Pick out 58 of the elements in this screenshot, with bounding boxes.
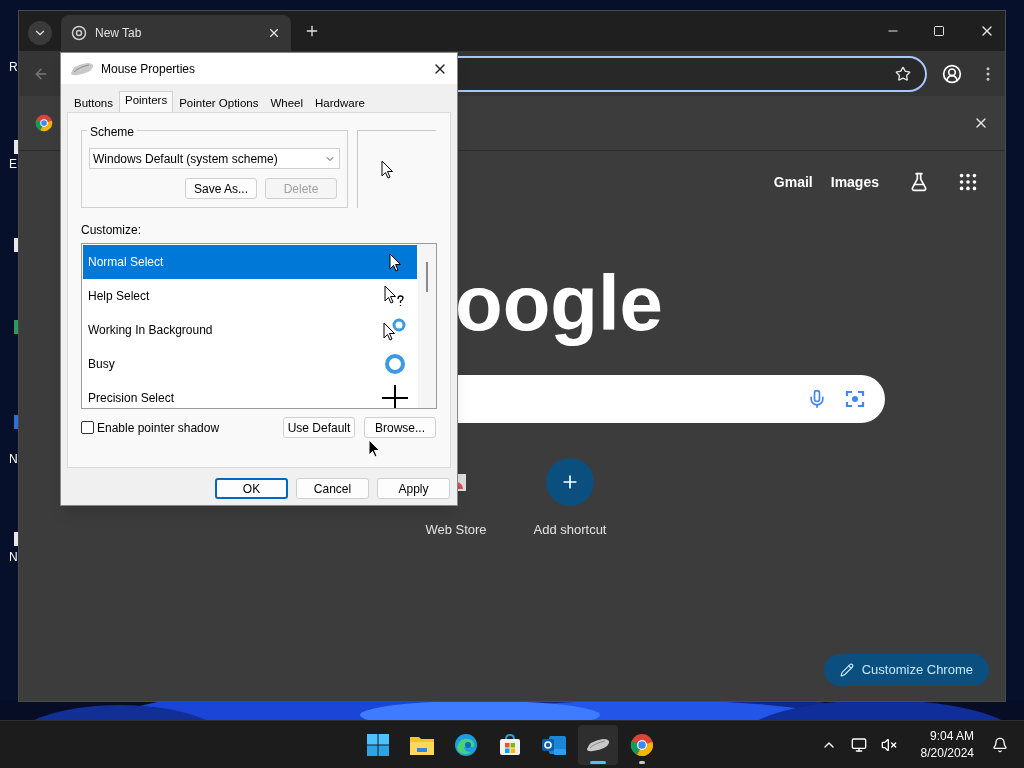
list-button[interactable]: Browse... [364, 417, 436, 438]
new-tab-icon[interactable] [304, 23, 320, 39]
flask-icon[interactable] [909, 172, 929, 192]
tab-title: New Tab [95, 25, 143, 42]
chrome-logo-icon [35, 114, 53, 132]
scrollbar-thumb[interactable] [426, 262, 428, 292]
shortcut-label[interactable]: Web Store [425, 520, 487, 540]
shopping-bag-icon [498, 732, 522, 757]
dialog-button[interactable]: Cancel [296, 478, 369, 499]
taskbar-app[interactable] [578, 724, 618, 765]
desktop-icon-label: R [9, 59, 18, 76]
shortcut-label[interactable]: Add shortcut [533, 520, 607, 540]
crosshair-cursor-icon [382, 385, 408, 408]
top-link[interactable]: Gmail [773, 171, 813, 193]
list-button[interactable]: Use Default [283, 417, 355, 438]
mouse-icon [585, 736, 611, 753]
wave-logo-icon [454, 732, 478, 757]
desktop-icon-label: E [9, 156, 17, 173]
dialog-button[interactable]: Apply [377, 478, 450, 499]
mouse-icon [69, 60, 95, 77]
profile-icon[interactable] [942, 63, 962, 84]
logo-text: oogle [455, 258, 663, 349]
apps-grid-icon[interactable] [957, 171, 979, 193]
dialog-button[interactable]: OK [215, 478, 288, 499]
desktop-icon-label: N [9, 451, 18, 468]
help-cursor-icon [384, 285, 406, 307]
working-cursor-icon [383, 318, 407, 342]
windows-logo-icon [366, 732, 390, 757]
mute-icon[interactable] [880, 736, 897, 753]
scheme-button[interactable]: Save As... [185, 178, 257, 199]
network-icon[interactable] [850, 736, 867, 753]
arrow-cursor-icon [388, 252, 402, 272]
busy-cursor-icon [384, 353, 406, 375]
star-icon[interactable] [895, 65, 911, 82]
customize-label: Customize: [81, 222, 143, 239]
checkbox[interactable] [81, 421, 94, 434]
chrome-logo-icon [630, 732, 654, 757]
browser-tab[interactable]: New Tab [61, 15, 291, 51]
close-icon[interactable] [267, 26, 281, 40]
notification-bell-icon[interactable] [992, 736, 1008, 753]
arrow-cursor-icon [381, 160, 394, 179]
checkbox-label: Enable pointer shadow [97, 419, 220, 437]
clock-date[interactable]: 8/20/2024 [920, 744, 974, 762]
cursor-row[interactable]: Normal Select [83, 245, 417, 279]
tab-search-button[interactable] [28, 21, 52, 45]
desktop-icon-label: N [9, 549, 18, 566]
camera-search-icon[interactable] [845, 389, 865, 409]
customize-chrome-button[interactable]: Customize Chrome [823, 654, 989, 686]
microphone-icon[interactable] [807, 389, 827, 409]
top-link[interactable]: Images [830, 171, 879, 193]
clock-time[interactable]: 9:04 AM [929, 727, 974, 745]
scheme-dropdown[interactable]: Windows Default (system scheme) [89, 148, 340, 169]
dialog-tab[interactable]: Pointers [119, 91, 174, 112]
dialog-title: Mouse Properties [101, 60, 196, 78]
mouse-pointer-icon [368, 439, 381, 458]
pencil-icon [839, 663, 854, 677]
globe-icon [71, 25, 87, 41]
maximize-icon[interactable] [933, 25, 945, 37]
